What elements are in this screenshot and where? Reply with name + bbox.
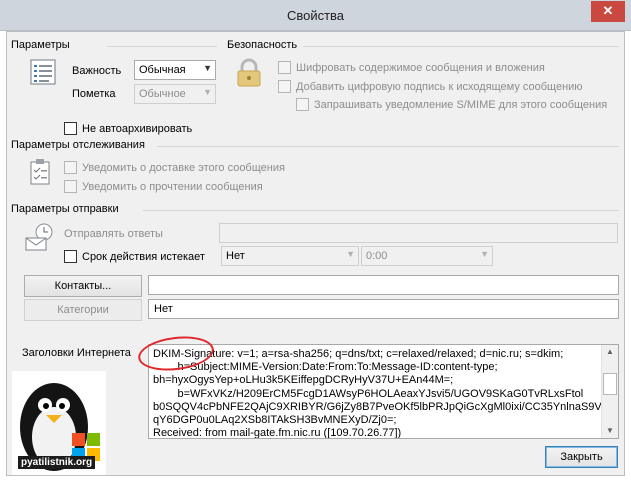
no-autoarchive-label: Не автоархивировать bbox=[82, 123, 193, 135]
importance-value: Обычная bbox=[139, 64, 186, 76]
contacts-input[interactable] bbox=[148, 275, 619, 295]
tracking-clipboard-icon bbox=[28, 158, 52, 186]
params-section-title: Параметры bbox=[11, 39, 74, 51]
sensitivity-select[interactable]: Обычное ▼ bbox=[134, 84, 216, 104]
importance-label: Важность bbox=[72, 65, 122, 77]
tracking-section-title: Параметры отслеживания bbox=[11, 139, 149, 151]
header-line: bh=hyxOgysYep+oLHu3k5KEiffepgDCRyHyV37U+… bbox=[153, 374, 454, 387]
expires-time-select[interactable]: 0:00 ▼ bbox=[361, 246, 493, 266]
reply-to-input[interactable] bbox=[219, 223, 618, 243]
header-line: h=Subject:MIME-Version:Date:From:To:Mess… bbox=[153, 361, 498, 374]
expires-date-value: Нет bbox=[226, 250, 245, 262]
sensitivity-value: Обычное bbox=[139, 88, 186, 100]
encrypt-label: Шифровать содержимое сообщения и вложени… bbox=[296, 62, 545, 74]
delivery-receipt-label: Уведомить о доставке этого сообщения bbox=[82, 162, 285, 174]
header-line: Received: from mail-gate.fm.nic.ru ([109… bbox=[153, 427, 402, 439]
smime-receipt-checkbox[interactable] bbox=[296, 98, 309, 111]
chevron-down-icon: ▼ bbox=[480, 249, 489, 259]
internet-headers-textbox[interactable]: DKIM-Signature: v=1; a=rsa-sha256; q=dns… bbox=[148, 344, 619, 439]
header-line: qY6DGP0u0LAq2XSb8ITAkSH3BvMNEXyD/Zj0=; bbox=[153, 414, 397, 427]
properties-list-icon bbox=[30, 59, 56, 85]
header-line: b0SQQV4cPbNFE2QAjC9XRIBYR/G6jZy8B7PveOKf… bbox=[153, 400, 612, 413]
chevron-down-icon: ▼ bbox=[346, 249, 355, 259]
chevron-down-icon: ▼ bbox=[203, 63, 212, 73]
read-receipt-label: Уведомить о прочтении сообщения bbox=[82, 181, 263, 193]
expires-date-select[interactable]: Нет ▼ bbox=[221, 246, 359, 266]
title-bar: Свойства ✕ bbox=[0, 0, 631, 31]
window-title: Свойства bbox=[286, 8, 345, 23]
categories-input[interactable]: Нет bbox=[148, 299, 619, 319]
categories-button[interactable]: Категории bbox=[24, 299, 142, 321]
dialog-body: Параметры Важность Обычная ▼ Пометка Обы… bbox=[6, 31, 625, 476]
expires-checkbox[interactable] bbox=[64, 250, 77, 263]
reply-to-label: Отправлять ответы bbox=[64, 228, 163, 240]
expires-time-value: 0:00 bbox=[366, 250, 388, 262]
sensitivity-label: Пометка bbox=[72, 88, 116, 100]
delivery-divider bbox=[143, 210, 619, 211]
security-divider bbox=[303, 46, 619, 47]
no-autoarchive-checkbox[interactable] bbox=[64, 122, 77, 135]
header-line: DKIM-Signature: v=1; a=rsa-sha256; q=dns… bbox=[153, 348, 564, 360]
close-button[interactable]: Закрыть bbox=[545, 446, 618, 468]
header-line: b=WFxVKz/H209ErCM5FcgD1AWsyP6HOLAeaxYJsv… bbox=[153, 387, 584, 400]
padlock-icon bbox=[235, 58, 263, 88]
scroll-down-icon[interactable]: ▼ bbox=[602, 424, 618, 438]
headers-scrollbar[interactable]: ▲ ▼ bbox=[601, 345, 618, 438]
chevron-down-icon: ▼ bbox=[203, 87, 212, 97]
params-divider bbox=[107, 46, 217, 47]
contacts-button[interactable]: Контакты... bbox=[24, 275, 142, 297]
encrypt-checkbox[interactable] bbox=[278, 61, 291, 74]
scroll-thumb[interactable] bbox=[603, 373, 617, 395]
digital-signature-checkbox[interactable] bbox=[278, 80, 291, 93]
expires-label: Срок действия истекает bbox=[82, 251, 205, 263]
importance-select[interactable]: Обычная ▼ bbox=[134, 60, 216, 80]
read-receipt-checkbox[interactable] bbox=[64, 180, 77, 193]
smime-receipt-label: Запрашивать уведомление S/MIME для этого… bbox=[314, 99, 608, 111]
logo-text: pyatilistnik.org bbox=[18, 456, 96, 469]
digital-signature-label: Добавить цифровую подпись к исходящему с… bbox=[296, 81, 583, 93]
site-logo: pyatilistnik.org bbox=[12, 371, 106, 475]
close-window-button[interactable]: ✕ bbox=[591, 1, 625, 22]
tracking-divider bbox=[157, 146, 619, 147]
delivery-section-title: Параметры отправки bbox=[11, 203, 123, 215]
internet-headers-label: Заголовки Интернета bbox=[22, 347, 131, 359]
delivery-icon bbox=[24, 222, 56, 252]
security-section-title: Безопасность bbox=[227, 39, 302, 51]
internet-headers-text: DKIM-Signature: v=1; a=rsa-sha256; q=dns… bbox=[153, 348, 612, 439]
delivery-receipt-checkbox[interactable] bbox=[64, 161, 77, 174]
scroll-up-icon[interactable]: ▲ bbox=[602, 345, 618, 359]
